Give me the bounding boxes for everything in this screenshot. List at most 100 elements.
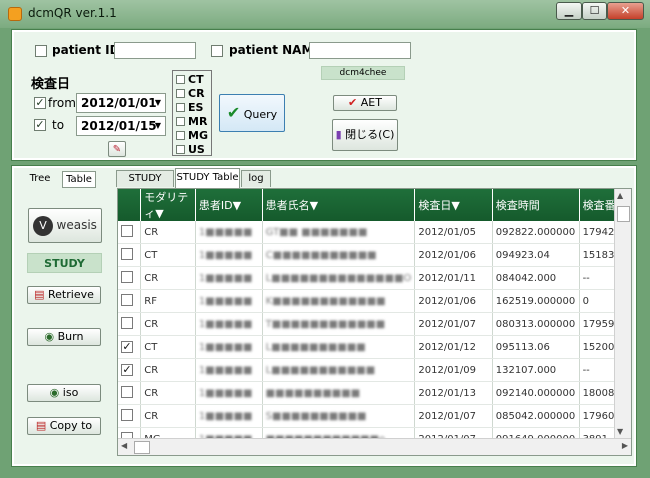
row-select-checkbox[interactable] <box>121 247 133 260</box>
row-checkbox[interactable] <box>118 381 142 405</box>
col-patient-name[interactable]: 患者氏名▼ <box>262 189 416 221</box>
col-exam-date[interactable]: 検査日▼ <box>414 189 493 221</box>
cell-patient-id-text: 1■■■■■ <box>198 272 253 284</box>
scroll-right-icon[interactable]: ▶ <box>622 441 628 450</box>
table-row[interactable]: CR 1■■■■■ T■■■■■■■■■■■■ 2012/01/07 080313.00… <box>118 312 631 336</box>
from-checkbox[interactable] <box>34 97 46 109</box>
close-dialog-button[interactable]: ▮ 閉じる(C) <box>332 119 398 151</box>
retrieve-button[interactable]: ▤ Retrieve <box>27 286 101 304</box>
cell-patient-id: 1■■■■■ <box>195 358 263 382</box>
cell-patient-id-text: 1■■■■■ <box>198 318 253 330</box>
cell-exam-date-text: 2012/01/11 <box>418 272 477 284</box>
modality-cr[interactable]: CR <box>176 87 205 100</box>
row-select-checkbox[interactable] <box>121 385 133 398</box>
row-checkbox[interactable] <box>118 404 142 428</box>
cell-patient-id-text: 1■■■■■ <box>198 341 253 353</box>
study-table: モダリティ▼ 患者ID▼ 患者氏名▼ 検査日▼ 検査時間 検査番号 CR 1■■■… <box>117 188 632 456</box>
row-checkbox[interactable] <box>118 243 142 267</box>
tab-study-tree[interactable]: STUDY Tree <box>116 170 174 199</box>
row-checkbox[interactable]: ✓ <box>118 335 142 359</box>
vertical-scrollbar[interactable]: ▲ ▼ <box>614 189 631 438</box>
modality-ct[interactable]: CT <box>176 73 204 86</box>
cell-exam-time-text: 080313.000000 <box>495 318 576 330</box>
row-checkbox[interactable] <box>118 289 142 313</box>
patient-id-label: patient ID <box>52 43 120 57</box>
patient-name-input[interactable] <box>309 42 411 59</box>
tab-study-table[interactable]: STUDY Table <box>175 168 240 188</box>
table-header-row: モダリティ▼ 患者ID▼ 患者氏名▼ 検査日▼ 検査時間 検査番号 <box>118 189 631 221</box>
scroll-down-icon[interactable]: ▼ <box>617 427 623 436</box>
table-row[interactable]: ✓ CT 1■■■■■ L■■■■■■■■■■ 2012/01/12 095113.06 1… <box>118 335 631 359</box>
table-row[interactable]: ✓ CR 1■■■■■ L■■■■■■■■■■■ 2012/01/09 132107.00… <box>118 358 631 382</box>
weasis-logo-icon: V <box>33 216 54 236</box>
hscroll-thumb[interactable] <box>134 441 150 454</box>
cell-exam-time: 092822.000000 <box>492 221 580 244</box>
copy-to-button[interactable]: ▤ Copy to <box>27 417 101 435</box>
minimize-button[interactable]: ▁ <box>556 2 582 20</box>
cell-exam-time-text: 085042.000000 <box>495 410 576 422</box>
modality-us[interactable]: US <box>176 143 205 156</box>
row-select-checkbox[interactable] <box>121 293 133 306</box>
table-row[interactable]: CR 1■■■■■ GT■■ ■■■■■■■ 2012/01/05 092822.000… <box>118 221 631 244</box>
col-select[interactable] <box>118 189 142 221</box>
patient-name-checkbox[interactable] <box>211 45 223 57</box>
retrieve-icon: ▤ <box>34 288 45 301</box>
row-select-checkbox[interactable] <box>121 408 133 421</box>
tab-table[interactable]: Table <box>62 171 96 188</box>
patient-id-checkbox[interactable] <box>35 45 47 57</box>
maximize-button[interactable]: ☐ <box>582 2 607 20</box>
row-checkbox[interactable]: ✓ <box>118 358 142 382</box>
scroll-thumb[interactable] <box>617 206 630 222</box>
exam-date-label: 検査日 <box>31 77 71 92</box>
tab-tree[interactable]: Tree <box>24 171 56 187</box>
cell-modality: CR <box>140 266 196 290</box>
row-select-checkbox[interactable]: ✓ <box>121 341 133 353</box>
cell-exam-number-text: -- <box>582 364 590 376</box>
query-button[interactable]: ✔ Query <box>219 94 285 132</box>
burn-button[interactable]: ◉ Burn <box>27 328 101 346</box>
cell-exam-number-text: 0 <box>582 295 589 307</box>
table-row[interactable]: CR 1■■■■■ L■■■■■■■■■■■■■■O 2012/01/11 084042… <box>118 266 631 290</box>
row-select-checkbox[interactable]: ✓ <box>121 364 133 376</box>
to-checkbox[interactable] <box>34 119 46 131</box>
row-select-checkbox[interactable] <box>121 316 133 329</box>
cell-patient-name-text: S■■■■■■■■■■ <box>265 410 367 422</box>
weasis-button[interactable]: V weasis <box>28 208 102 243</box>
cell-modality: CR <box>140 358 196 382</box>
row-checkbox[interactable] <box>118 266 142 290</box>
cell-exam-time: 162519.000000 <box>492 289 580 313</box>
horizontal-scrollbar[interactable]: ◀ ▶ <box>118 438 631 455</box>
close-button[interactable]: ✕ <box>607 2 644 20</box>
row-checkbox[interactable] <box>118 312 142 336</box>
cell-patient-id-text: 1■■■■■ <box>198 295 253 307</box>
server-label: dcm4chee <box>321 66 405 80</box>
edit-date-button[interactable]: ✎ <box>108 141 126 157</box>
col-patient-id[interactable]: 患者ID▼ <box>195 189 263 221</box>
aet-button[interactable]: ✔ AET <box>333 95 397 111</box>
table-row[interactable]: CT 1■■■■■ C■■■■■■■■■■■ 2012/01/06 094923.04 1… <box>118 243 631 267</box>
table-row[interactable]: CR 1■■■■■ S■■■■■■■■■■ 2012/01/07 085042.0000… <box>118 404 631 428</box>
col-exam-time[interactable]: 検査時間 <box>492 189 580 221</box>
to-date-select[interactable]: 2012/01/15 ▼ <box>76 116 166 136</box>
col-modality[interactable]: モダリティ▼ <box>140 189 196 221</box>
patient-id-input[interactable] <box>114 42 196 59</box>
cell-exam-date-text: 2012/01/06 <box>418 295 477 307</box>
tab-log[interactable]: log <box>241 170 271 187</box>
cell-patient-name-text: L■■■■■■■■■■■ <box>265 364 376 376</box>
table-row[interactable]: CR 1■■■■■ ■■■■■■■■■■ 2012/01/13 092140.00000… <box>118 381 631 405</box>
iso-button[interactable]: ◉ iso <box>27 384 101 402</box>
modality-mr[interactable]: MR <box>176 115 207 128</box>
modality-mg[interactable]: MG <box>176 129 208 142</box>
cell-patient-id: 1■■■■■ <box>195 312 263 336</box>
patient-name-label: patient NAME <box>229 43 322 57</box>
scroll-left-icon[interactable]: ◀ <box>121 441 127 450</box>
modality-es[interactable]: ES <box>176 101 203 114</box>
row-select-checkbox[interactable] <box>121 270 133 283</box>
row-checkbox[interactable] <box>118 221 142 244</box>
row-select-checkbox[interactable] <box>121 224 133 237</box>
table-row[interactable]: RF 1■■■■■ K■■■■■■■■■■■■ 2012/01/06 162519.00… <box>118 289 631 313</box>
copy-icon: ▤ <box>35 419 47 432</box>
cell-exam-number-text: -- <box>582 272 590 284</box>
from-date-select[interactable]: 2012/01/01 ▼ <box>76 93 166 113</box>
scroll-up-icon[interactable]: ▲ <box>617 191 623 200</box>
